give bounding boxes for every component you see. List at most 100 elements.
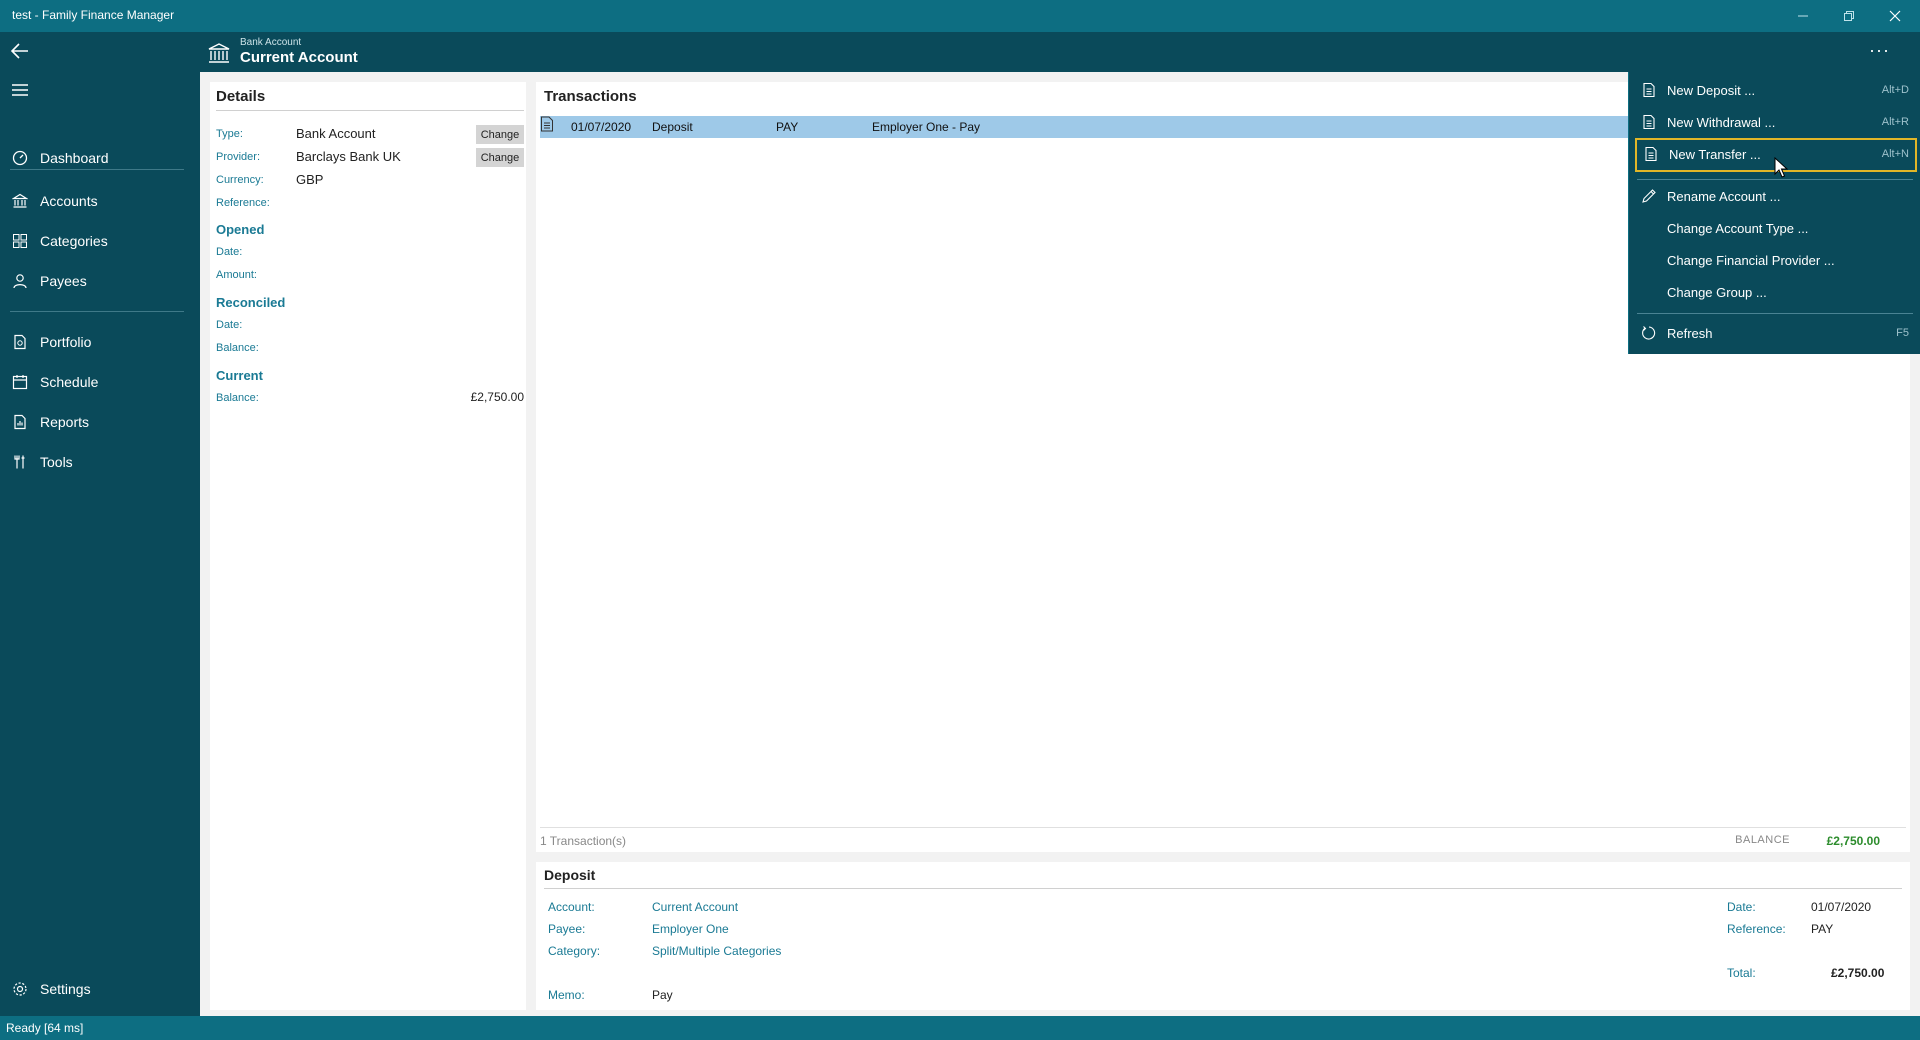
category-link[interactable]: Split/Multiple Categories — [652, 944, 781, 958]
minimize-icon — [1798, 15, 1808, 17]
nav-label-accounts: Accounts — [40, 193, 98, 209]
current-balance-label: Balance: — [216, 392, 259, 404]
account-link[interactable]: Current Account — [652, 900, 738, 914]
nav-item-accounts[interactable]: Accounts — [0, 183, 200, 219]
nav-label-portfolio: Portfolio — [40, 334, 92, 350]
transaction-reference: PAY — [776, 120, 799, 134]
menu-item-rename-account[interactable]: Rename Account ... — [1629, 180, 1920, 212]
gear-icon — [13, 982, 27, 996]
status-text: Ready [64 ms] — [6, 1021, 84, 1035]
menu-item-change-account-type[interactable]: Change Account Type ... — [1629, 212, 1920, 244]
tools-icon — [14, 455, 25, 469]
shortcut-label: Alt+R — [1881, 116, 1909, 128]
transaction-count: 1 Transaction(s) — [540, 834, 627, 848]
bank-icon — [12, 193, 28, 208]
shortcut-label: F5 — [1896, 327, 1909, 339]
nav-item-tools[interactable]: Tools — [0, 444, 200, 480]
transaction-type: Deposit — [652, 120, 693, 134]
categories-icon — [13, 234, 27, 248]
change-type-button[interactable]: Change — [476, 125, 524, 144]
nav-divider — [10, 311, 184, 312]
hamburger-menu-icon[interactable] — [8, 80, 32, 100]
document-icon — [1645, 146, 1657, 162]
account-header: Bank Account Current Account ··· — [200, 32, 1920, 72]
shortcut-label: Alt+N — [1881, 148, 1909, 160]
nav-item-payees[interactable]: Payees — [0, 263, 200, 299]
provider-label: Provider: — [216, 151, 261, 163]
account-type-subtitle: Bank Account — [240, 37, 302, 48]
nav-label-reports: Reports — [40, 414, 90, 430]
portfolio-icon — [14, 334, 26, 350]
currency-value: GBP — [296, 172, 324, 187]
title-bar: test - Family Finance Manager — [0, 0, 1920, 32]
divider — [216, 110, 524, 111]
opened-date-label: Date: — [216, 246, 243, 258]
account-label: Account: — [548, 900, 595, 914]
menu-label: Change Account Type ... — [1667, 221, 1809, 236]
person-icon — [13, 274, 27, 289]
current-balance-value: £2,750.00 — [470, 390, 524, 404]
type-value: Bank Account — [296, 126, 376, 141]
menu-label: Change Financial Provider ... — [1667, 253, 1835, 268]
menu-divider — [1637, 313, 1913, 314]
payee-link[interactable]: Employer One — [652, 922, 729, 936]
details-panel: Details Type: Bank Account Change Provid… — [210, 82, 526, 1010]
nav-label-settings: Settings — [40, 981, 91, 997]
menu-item-refresh[interactable]: Refresh F5 — [1629, 317, 1920, 349]
provider-value: Barclays Bank UK — [296, 149, 401, 164]
more-options-button[interactable]: ··· — [1869, 40, 1890, 61]
minimize-button[interactable] — [1780, 0, 1826, 32]
divider — [544, 888, 1902, 889]
nav-label-categories: Categories — [40, 233, 108, 249]
menu-item-new-deposit[interactable]: New Deposit ... Alt+D — [1629, 74, 1920, 106]
memo-value: Pay — [652, 988, 673, 1002]
restore-icon — [1844, 11, 1854, 21]
deposit-panel: Deposit Account: Current Account Payee: … — [536, 862, 1910, 1010]
transactions-title: Transactions — [544, 88, 637, 105]
nav-label-dashboard: Dashboard — [40, 150, 109, 166]
change-provider-button[interactable]: Change — [476, 148, 524, 167]
window-title: test - Family Finance Manager — [12, 8, 175, 22]
details-title: Details — [216, 88, 266, 105]
sidebar: Dashboard Accounts Categories Payees Por… — [0, 32, 200, 1016]
deposit-title: Deposit — [544, 867, 596, 883]
date-label: Date: — [1727, 900, 1756, 914]
menu-label: Change Group ... — [1667, 285, 1767, 300]
currency-label: Currency: — [216, 174, 264, 186]
total-value: £2,750.00 — [1831, 966, 1885, 980]
restore-button[interactable] — [1826, 0, 1872, 32]
nav-item-portfolio[interactable]: Portfolio — [0, 324, 200, 360]
nav-item-reports[interactable]: Reports — [0, 404, 200, 440]
document-icon — [1643, 114, 1655, 130]
nav-label-tools: Tools — [40, 454, 73, 470]
type-label: Type: — [216, 128, 243, 140]
reconciled-balance-label: Balance: — [216, 342, 259, 354]
nav-item-settings[interactable]: Settings — [0, 971, 200, 1007]
account-title: Current Account — [240, 49, 358, 66]
back-arrow-icon[interactable] — [8, 40, 32, 62]
shortcut-label: Alt+D — [1881, 84, 1909, 96]
nav-item-dashboard[interactable]: Dashboard — [0, 140, 200, 176]
menu-item-new-withdrawal[interactable]: New Withdrawal ... Alt+R — [1629, 106, 1920, 138]
menu-item-change-financial-provider[interactable]: Change Financial Provider ... — [1629, 244, 1920, 276]
nav-label-payees: Payees — [40, 273, 87, 289]
pencil-icon — [1642, 189, 1656, 203]
opened-amount-label: Amount: — [216, 269, 257, 281]
menu-item-change-group[interactable]: Change Group ... — [1629, 276, 1920, 308]
nav-item-schedule[interactable]: Schedule — [0, 364, 200, 400]
menu-label: Refresh — [1667, 326, 1713, 341]
menu-label: New Transfer ... — [1669, 147, 1761, 162]
menu-label: New Deposit ... — [1667, 83, 1756, 98]
document-icon — [541, 116, 553, 132]
bank-icon — [208, 43, 230, 63]
nav-item-categories[interactable]: Categories — [0, 223, 200, 259]
memo-label: Memo: — [548, 988, 585, 1002]
reference-value: PAY — [1811, 922, 1834, 936]
nav-divider — [10, 169, 184, 170]
document-icon — [1643, 82, 1655, 98]
reference-label: Reference: — [216, 197, 270, 209]
date-value: 01/07/2020 — [1811, 900, 1872, 914]
close-button[interactable] — [1872, 0, 1918, 32]
reconciled-heading: Reconciled — [216, 295, 286, 310]
status-bar: Ready [64 ms] — [0, 1016, 1920, 1040]
